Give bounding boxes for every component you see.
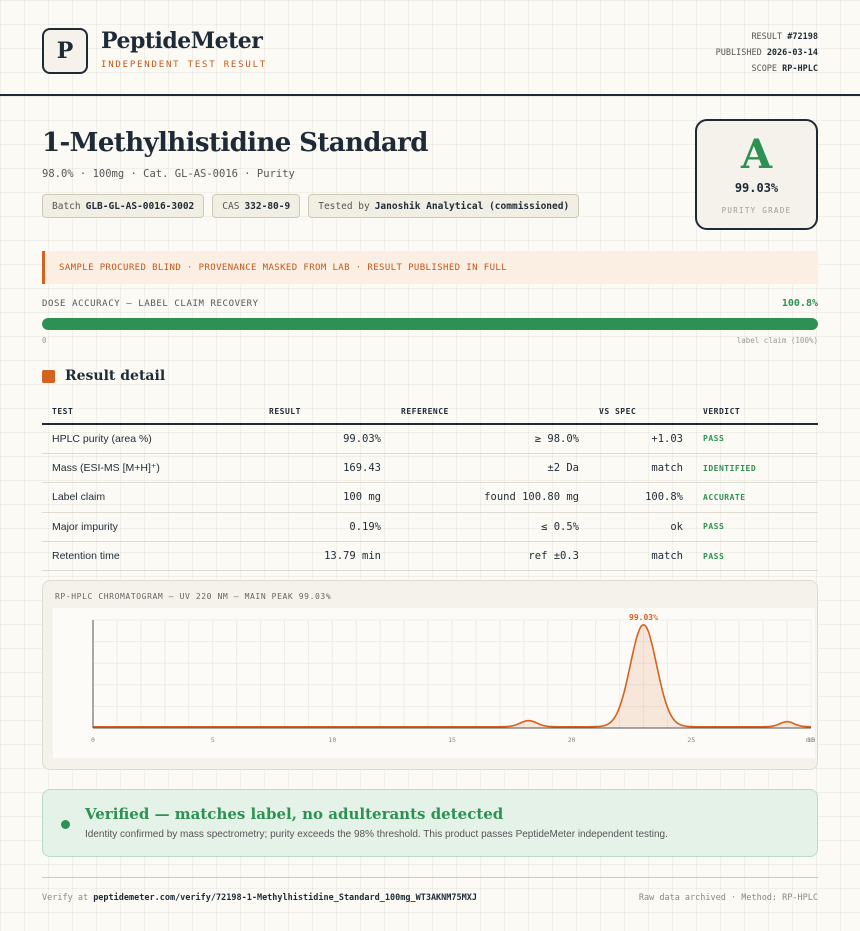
cell-verdict: PASS bbox=[693, 424, 818, 454]
chromatogram-plot-area: 051015202530min99.03% bbox=[53, 608, 818, 758]
chromatogram-card: RP-HPLC CHROMATOGRAM — UV 220 NM — MAIN … bbox=[42, 580, 818, 770]
x-tick-label: 25 bbox=[687, 736, 695, 744]
cell-reference: ≤ 0.5% bbox=[391, 512, 589, 543]
x-tick-label: 5 bbox=[211, 736, 215, 744]
meta-result: RESULT #72198 bbox=[716, 29, 818, 45]
cas-chip-value: 332-80-9 bbox=[244, 200, 291, 212]
product-title: 1-Methylhistidine Standard bbox=[42, 128, 428, 158]
brand-name: PeptideMeter bbox=[101, 28, 263, 54]
cell-test: Mass (ESI-MS [M+H]⁺) bbox=[42, 453, 259, 484]
meta-scope-value: RP-HPLC bbox=[782, 64, 818, 74]
cell-vs-spec: match bbox=[589, 453, 693, 484]
cas-chip-label: CAS bbox=[222, 200, 240, 212]
dose-accuracy-fill bbox=[42, 318, 818, 330]
section-marker bbox=[42, 370, 55, 383]
product-chips: Batch GLB-GL-AS-0016-3002 CAS 332-80-9 Tes… bbox=[42, 194, 580, 218]
cell-verdict: PASS bbox=[693, 541, 818, 572]
col-verdict: VERDICT bbox=[693, 399, 818, 425]
batch-chip-label: Batch bbox=[52, 200, 81, 212]
meta-result-label: RESULT bbox=[751, 32, 783, 42]
table-row: Major impurity 0.19% ≤ 0.5% ok PASS bbox=[42, 512, 818, 543]
grade-value: 99.03% bbox=[734, 181, 779, 195]
col-vs-spec: VS SPEC bbox=[589, 399, 693, 425]
cell-reference: ±2 Da bbox=[391, 453, 589, 484]
meta-published-label: PUBLISHED bbox=[715, 48, 762, 58]
cell-verdict: IDENTIFIED bbox=[693, 453, 818, 484]
meta-published-value: 2026-03-14 bbox=[766, 48, 818, 58]
cell-verdict: PASS bbox=[693, 512, 818, 543]
col-test: TEST bbox=[42, 399, 259, 425]
dose-min-label: 0 bbox=[42, 336, 47, 345]
cell-result: 13.79 min bbox=[259, 541, 391, 572]
cell-test: Retention time bbox=[42, 541, 259, 572]
table-row: Retention time 13.79 min ref ±0.3 match … bbox=[42, 541, 818, 572]
verified-title: Verified — matches label, no adulterants… bbox=[85, 805, 504, 823]
cas-chip: CAS 332-80-9 bbox=[212, 194, 301, 218]
result-detail-title: Result detail bbox=[65, 368, 166, 384]
x-unit-label: min bbox=[806, 736, 815, 744]
dose-max-label: label claim (100%) bbox=[736, 336, 818, 345]
grade-letter: A bbox=[740, 131, 773, 178]
verified-status-dot-icon bbox=[61, 820, 70, 829]
footer-divider bbox=[42, 877, 818, 878]
batch-chip-value: GLB-GL-AS-0016-3002 bbox=[85, 200, 195, 212]
result-meta: RESULT #72198 PUBLISHED 2026-03-14 SCOPE… bbox=[716, 29, 818, 77]
x-tick-label: 20 bbox=[568, 736, 576, 744]
col-result: RESULT bbox=[259, 399, 391, 425]
cell-vs-spec: +1.03 bbox=[589, 424, 693, 454]
cell-vs-spec: 100.8% bbox=[589, 482, 693, 513]
x-tick-label: 0 bbox=[91, 736, 95, 744]
cell-result: 0.19% bbox=[259, 512, 391, 543]
x-tick-label: 15 bbox=[448, 736, 456, 744]
cell-test: Major impurity bbox=[42, 512, 259, 543]
tested-by-chip-label: Tested by bbox=[318, 200, 370, 212]
dose-accuracy-label: DOSE ACCURACY — LABEL CLAIM RECOVERY bbox=[42, 299, 259, 309]
product-subtitle: 98.0% · 100mg · Cat. GL-AS-0016 · Purity bbox=[42, 168, 295, 180]
main-peak-label: 99.03% bbox=[629, 613, 658, 622]
results-table: TEST RESULT REFERENCE VS SPEC VERDICT HP… bbox=[42, 399, 818, 572]
verified-description: Identity confirmed by mass spectrometry;… bbox=[85, 829, 668, 840]
purity-grade-card: A 99.03% PURITY GRADE bbox=[695, 119, 818, 230]
meta-scope: SCOPE RP-HPLC bbox=[716, 61, 818, 77]
tested-by-chip-value: Janoshik Analytical (commissioned) bbox=[374, 200, 570, 212]
x-tick-label: 10 bbox=[328, 736, 336, 744]
brand-subtitle: INDEPENDENT TEST RESULT bbox=[101, 60, 268, 70]
chromatogram-title: RP-HPLC CHROMATOGRAM — UV 220 NM — MAIN … bbox=[55, 592, 332, 601]
dose-accuracy-bar bbox=[42, 318, 818, 330]
meta-scope-label: SCOPE bbox=[751, 64, 778, 74]
table-row: HPLC purity (area %) 99.03% ≥ 98.0% +1.0… bbox=[42, 424, 818, 454]
footer-method-note: Raw data archived · Method: RP-HPLC bbox=[638, 893, 818, 903]
cell-result: 169.43 bbox=[259, 453, 391, 484]
dose-accuracy-value: 100.8% bbox=[781, 298, 818, 309]
cell-reference: found 100.80 mg bbox=[391, 482, 589, 513]
cell-result: 99.03% bbox=[259, 424, 391, 454]
verification-panel: Verified — matches label, no adulterants… bbox=[42, 789, 818, 857]
table-header-row: TEST RESULT REFERENCE VS SPEC VERDICT bbox=[42, 399, 818, 425]
tested-by-chip: Tested by Janoshik Analytical (commission… bbox=[308, 194, 580, 218]
cell-vs-spec: match bbox=[589, 541, 693, 572]
grade-label: PURITY GRADE bbox=[721, 206, 792, 215]
verify-link-text: Verify at peptidemeter.com/verify/72198-… bbox=[42, 893, 477, 903]
verify-label: Verify at bbox=[42, 893, 89, 903]
col-reference: REFERENCE bbox=[391, 399, 589, 425]
cell-reference: ≥ 98.0% bbox=[391, 424, 589, 454]
table-row: Mass (ESI-MS [M+H]⁺) 169.43 ±2 Da match … bbox=[42, 453, 818, 484]
report-header: P PeptideMeter INDEPENDENT TEST RESULT R… bbox=[0, 0, 860, 96]
table-row: Label claim 100 mg found 100.80 mg 100.8… bbox=[42, 482, 818, 513]
cell-verdict: ACCURATE bbox=[693, 482, 818, 513]
verify-url-link[interactable]: peptidemeter.com/verify/72198-1-Methylhi… bbox=[93, 893, 477, 903]
cell-vs-spec: ok bbox=[589, 512, 693, 543]
brand-logo: P bbox=[42, 28, 88, 74]
cell-test: Label claim bbox=[42, 482, 259, 513]
batch-chip: Batch GLB-GL-AS-0016-3002 bbox=[42, 194, 205, 218]
cell-test: HPLC purity (area %) bbox=[42, 424, 259, 454]
chromatogram-chart: 051015202530min99.03% bbox=[91, 613, 818, 744]
meta-result-value: #72198 bbox=[787, 32, 818, 42]
blind-sample-banner: SAMPLE PROCURED BLIND · PROVENANCE MASKE… bbox=[42, 251, 818, 284]
cell-reference: ref ±0.3 bbox=[391, 541, 589, 572]
meta-published: PUBLISHED 2026-03-14 bbox=[716, 45, 818, 61]
cell-result: 100 mg bbox=[259, 482, 391, 513]
